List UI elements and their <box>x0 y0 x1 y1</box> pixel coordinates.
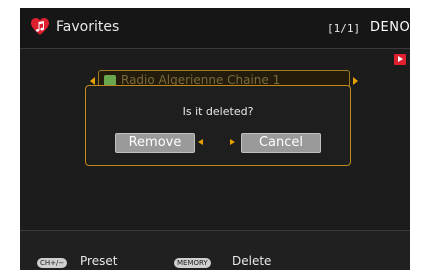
page-title: Favorites <box>56 19 120 35</box>
delete-confirm-dialog: Is it deleted? Remove Cancel <box>85 85 351 166</box>
delete-hint: Delete <box>232 254 272 268</box>
remove-button[interactable]: Remove <box>115 133 195 153</box>
focus-left-arrow-icon <box>198 139 203 145</box>
focus-right-arrow-icon <box>230 139 235 145</box>
dialog-prompt: Is it deleted? <box>182 105 254 118</box>
preset-hint: Preset <box>80 254 118 268</box>
next-page-arrow-icon[interactable] <box>394 54 406 65</box>
header-bar: Favorites [1/1] DENON <box>20 8 410 49</box>
ch-key-icon: CH+/− <box>37 258 68 268</box>
footer-bar: CH+/− Preset MEMORY Delete <box>20 230 410 270</box>
cancel-button[interactable]: Cancel <box>241 133 321 153</box>
heart-icon <box>31 18 49 35</box>
brand-logo: DENON <box>370 20 410 35</box>
memory-key-icon: MEMORY <box>174 258 211 268</box>
right-arrow-icon <box>353 77 358 85</box>
left-arrow-icon <box>90 77 95 85</box>
tv-screen: Favorites [1/1] DENON Radio Algerienne C… <box>20 8 410 270</box>
page-indicator: [1/1] <box>327 22 361 35</box>
